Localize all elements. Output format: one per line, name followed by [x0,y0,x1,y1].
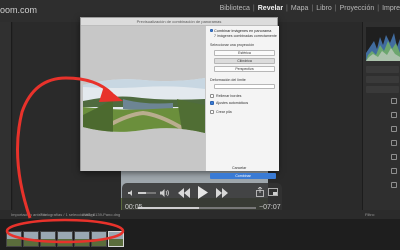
play-icon[interactable] [198,186,208,199]
boundary-warp-label: Deformación del límite [210,78,246,82]
volume-slider[interactable] [138,192,156,194]
module-separator: | [252,5,255,12]
histogram-graph [366,33,400,61]
filmstrip-filter[interactable]: Filtro: [365,212,375,217]
filmstrip-thumbnail[interactable] [91,231,107,247]
merge-heading-text: Combinar imágenes en panorama [214,29,272,33]
auto-settings-label: Ajustes automáticos [216,101,249,105]
create-stack-checkbox[interactable] [210,110,214,114]
merge-heading: Combinar imágenes en panorama [210,29,271,33]
module-biblioteca[interactable]: Biblioteca [220,5,250,12]
module-proyeccion[interactable]: Proyección [340,5,375,12]
merge-status: 7 imágenes combinadas correctamente [214,34,277,38]
filmstrip-thumbnail-selected[interactable] [108,231,124,247]
share-icon[interactable] [256,187,264,197]
merge-check [210,29,213,32]
auto-settings-checkbox[interactable] [210,101,214,105]
video-progress-bar[interactable] [138,207,256,209]
dialog-titlebar: Previsualización de combinación de panor… [81,18,277,26]
filmstrip-nav: Importación anterior 7 fotografías / 1 s… [0,210,400,219]
cancel-button[interactable]: Cancelar [232,166,246,170]
fill-edges-checkbox[interactable] [210,94,214,98]
merge-button[interactable]: Combinar [210,173,276,179]
create-stack-label: Crear pila [216,110,232,114]
filmstrip-thumbnail[interactable] [40,231,56,247]
left-panel [0,22,12,210]
module-separator: | [286,5,288,12]
module-separator: | [334,5,337,12]
module-mapa[interactable]: Mapa [291,5,309,12]
right-panel [362,22,400,210]
merge-options-panel: Combinar imágenes en panorama 7 imágenes… [205,26,279,179]
panorama-preview-image [83,78,205,133]
filmstrip: Importación anterior 7 fotografías / 1 s… [0,210,400,250]
module-picker: Biblioteca | Revelar | Mapa | Libro | Pr… [220,5,400,12]
filmstrip-file: /IMG_8139-Pano.dng [82,212,121,217]
panel-control[interactable] [366,66,399,73]
module-separator: | [377,5,380,12]
filmstrip-thumbnail[interactable] [57,231,73,247]
fast-forward-icon[interactable] [216,188,228,198]
speaker-low-icon[interactable] [128,189,136,197]
module-revelar[interactable]: Revelar [258,5,283,12]
speaker-high-icon[interactable] [160,188,170,198]
projection-perspective-button[interactable]: Perspectiva [214,66,275,72]
filmstrip-thumbnail[interactable] [23,231,39,247]
picture-in-picture-icon[interactable] [268,188,278,196]
panel-icon[interactable] [391,168,397,174]
projection-label: Seleccionar una proyección [210,43,255,47]
panel-icon[interactable] [391,112,397,118]
projection-spherical-button[interactable]: Esférica [214,50,275,56]
module-separator: | [311,5,314,12]
panel-icon[interactable] [391,154,397,160]
boundary-warp-slider[interactable] [214,84,275,89]
filmstrip-thumbnail[interactable] [74,231,90,247]
histogram [366,27,400,61]
filmstrip-thumbnail[interactable] [6,231,22,247]
dialog-title: Previsualización de combinación de panor… [136,19,222,24]
projection-cylindrical-button[interactable]: Cilíndrica [214,58,275,64]
panel-control[interactable] [366,76,399,83]
panel-icon[interactable] [391,140,397,146]
rewind-icon[interactable] [178,188,190,198]
panel-icon[interactable] [391,98,397,104]
panorama-merge-dialog: Previsualización de combinación de panor… [80,17,279,179]
module-libro[interactable]: Libro [316,5,332,12]
panel-icon[interactable] [391,182,397,188]
panel-icon[interactable] [391,126,397,132]
module-impresion[interactable]: Impre [382,5,400,12]
fill-edges-label: Rellenar bordes [216,94,242,98]
panel-control[interactable] [366,86,399,93]
panorama-preview [81,26,205,171]
site-watermark: oom.com [0,5,38,15]
